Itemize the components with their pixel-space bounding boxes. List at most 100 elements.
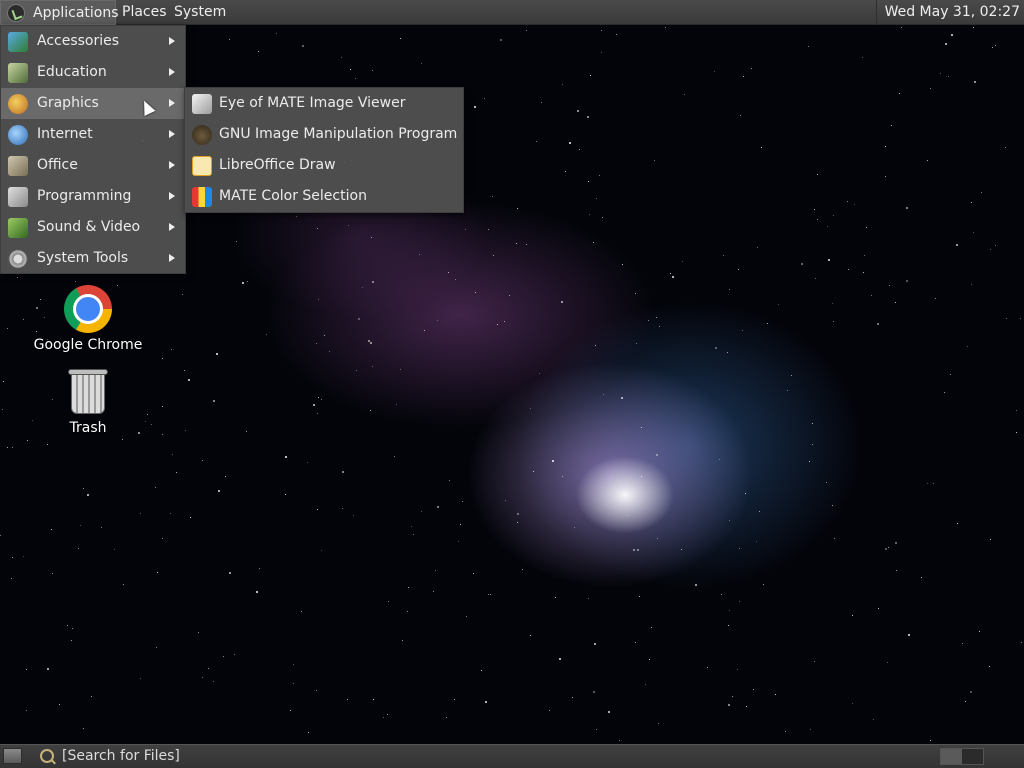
menu-item-graphics[interactable]: Graphics [1,88,185,119]
star [995,245,996,246]
star [162,538,163,539]
star [608,711,610,713]
star [649,659,650,660]
show-desktop-icon[interactable] [3,748,22,764]
search-for-files-button[interactable]: [Search for Files] [62,745,180,768]
star [682,261,683,262]
star [970,691,972,693]
star [808,46,809,47]
star [318,299,319,300]
star [321,399,322,400]
star [526,244,527,245]
applications-menu-button[interactable]: Applications [0,0,119,25]
star [684,94,685,95]
star [246,431,247,432]
star [370,410,371,411]
star [601,52,602,53]
menu-item-label: MATE Color Selection [219,188,367,204]
star [402,640,403,641]
star [411,526,412,527]
star [927,483,928,484]
star [317,413,318,414]
menu-item-education[interactable]: Education [1,57,185,88]
star [654,160,655,161]
star [561,301,563,303]
star [313,404,315,406]
star [541,102,542,103]
star [715,347,717,349]
menu-item-system-tools[interactable]: System Tools [1,243,185,274]
star [992,47,993,48]
star [665,27,666,28]
system-menu-button[interactable]: System [168,0,232,25]
star [342,471,344,473]
star [67,625,68,626]
places-menu-button[interactable]: Places [116,0,173,25]
star [896,570,897,571]
star [225,476,226,477]
star [930,88,931,89]
star [539,373,540,374]
star [826,482,827,483]
star [342,508,343,509]
star [517,522,518,523]
menu-item-libreoffice-draw[interactable]: LibreOffice Draw [185,150,463,181]
menu-item-internet[interactable]: Internet [1,119,185,150]
star [488,229,489,230]
star [756,541,757,542]
star [737,669,738,670]
star [588,598,589,599]
star [622,264,623,265]
star [852,615,853,616]
menu-item-gimp[interactable]: GNU Image Manipulation Program [185,119,463,150]
education-icon [8,63,28,83]
star [358,318,360,320]
star [757,247,758,248]
gimp-icon [192,125,212,145]
clock[interactable]: Wed May 31, 02:27 [875,0,1024,25]
star [12,557,13,558]
star [23,556,24,557]
star [595,345,596,346]
star [47,444,48,445]
star [505,500,506,501]
menu-item-mate-color-selection[interactable]: MATE Color Selection [185,181,463,212]
menu-label: Places [122,4,167,20]
menu-item-label: Eye of MATE Image Viewer [219,95,406,111]
star [973,27,974,28]
star [763,584,764,585]
star [516,243,517,244]
star [530,635,531,636]
star [974,81,976,83]
star [593,691,595,693]
workspace-switcher[interactable] [940,748,984,765]
star [114,549,115,550]
star [814,661,815,662]
menu-item-sound-video[interactable]: Sound & Video [1,212,185,243]
star [162,406,163,407]
star [188,379,190,381]
star [895,542,897,544]
star [140,678,141,679]
star [488,594,489,595]
desktop-icon-google-chrome[interactable]: Google Chrome [33,285,143,353]
desktop-icon-trash[interactable]: Trash [33,369,143,436]
star [562,84,563,85]
star [413,534,414,535]
menu-item-accessories[interactable]: Accessories [1,26,185,57]
star [530,408,531,409]
star [681,549,682,550]
menu-item-eye-of-mate[interactable]: Eye of MATE Image Viewer [185,88,463,119]
menu-item-office[interactable]: Office [1,150,185,181]
star [293,664,294,665]
star [619,740,620,741]
star [971,202,972,203]
star [474,106,476,108]
star [940,73,941,74]
menu-item-programming[interactable]: Programming [1,181,185,212]
star [962,643,963,644]
star [775,694,776,695]
star [11,578,12,579]
star [256,591,258,593]
star [728,625,729,626]
